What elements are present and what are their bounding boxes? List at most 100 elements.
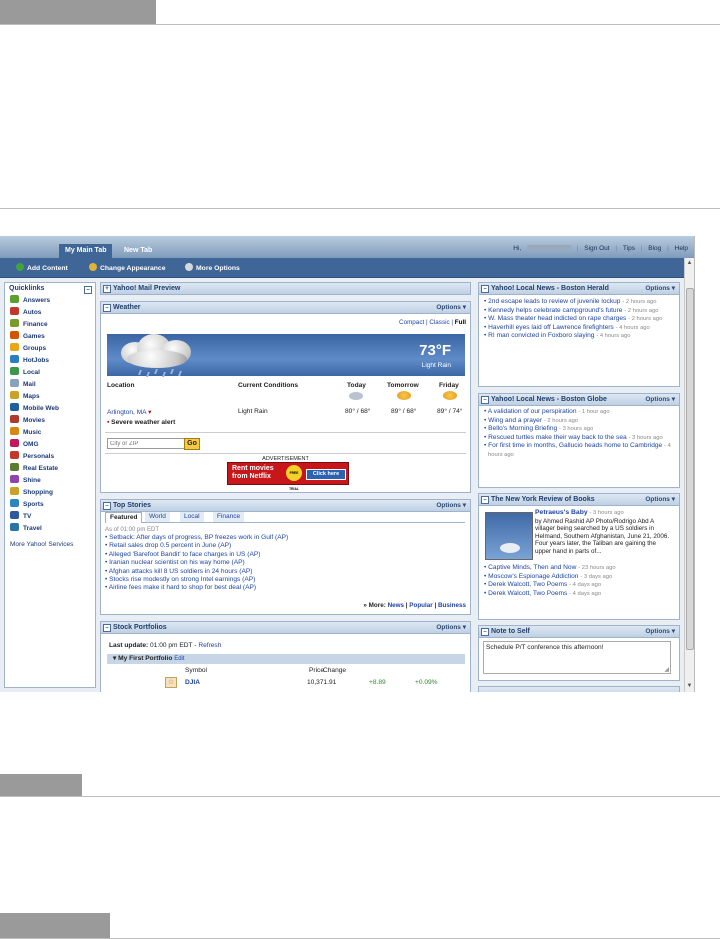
- tab-featured[interactable]: Featured: [105, 512, 143, 523]
- quicklink-14[interactable]: Real Estate: [5, 463, 95, 475]
- story-item[interactable]: • Alleged 'Barefoot Bandit' to face char…: [105, 551, 288, 559]
- quicklink-18[interactable]: TV: [5, 511, 95, 523]
- collapse-icon[interactable]: –: [481, 285, 489, 293]
- collapse-icon[interactable]: –: [481, 396, 489, 404]
- top-links: Hi, | Sign Out | Tips | Blog | Help: [513, 245, 688, 252]
- view-classic[interactable]: Classic: [429, 319, 449, 326]
- quicklink-16[interactable]: Shopping: [5, 487, 95, 499]
- collapse-icon[interactable]: –: [481, 628, 489, 636]
- news-item[interactable]: • Bello's Morning Briefing - 3 hours ago: [482, 425, 674, 434]
- view-compact[interactable]: Compact: [399, 319, 424, 326]
- zip-input[interactable]: [107, 438, 185, 449]
- news-item[interactable]: • Captive Minds, Then and Now - 23 hours…: [482, 564, 674, 573]
- portfolio-header[interactable]: ▾ My First Portfolio Edit: [107, 654, 465, 664]
- note-options[interactable]: Options ▾: [645, 626, 675, 637]
- quicklink-9[interactable]: Mobile Web: [5, 403, 95, 415]
- top-stories-options[interactable]: Options ▾: [436, 500, 466, 511]
- story-item[interactable]: • Airline fees make it hard to shop for …: [105, 584, 288, 592]
- feature-time: - 3 hours ago: [589, 510, 624, 516]
- feature-title-link[interactable]: Petraeus's Baby: [535, 509, 588, 516]
- quicklink-8[interactable]: Maps: [5, 391, 95, 403]
- globe-options[interactable]: Options ▾: [645, 394, 675, 405]
- news-item[interactable]: • Derek Walcott, Two Poems - 4 days ago: [482, 581, 674, 590]
- stock-symbol[interactable]: DJIA: [185, 679, 200, 686]
- news-item[interactable]: • Haverhill eyes laid off Lawrence firef…: [482, 324, 674, 333]
- refresh-link[interactable]: Refresh: [198, 642, 221, 649]
- scroll-up-icon[interactable]: ▲: [686, 260, 693, 267]
- quicklink-7[interactable]: Mail: [5, 379, 95, 391]
- tips-link[interactable]: Tips: [623, 245, 635, 252]
- news-item[interactable]: • Kennedy helps celebrate campground's f…: [482, 307, 674, 316]
- quicklink-0[interactable]: Answers: [5, 295, 95, 307]
- sign-out-link[interactable]: Sign Out: [584, 245, 609, 252]
- note-textarea[interactable]: Schedule P/T conference this afternoon! …: [483, 641, 671, 674]
- more-yahoo-services-link[interactable]: More Yahoo! Services: [5, 541, 95, 548]
- news-item[interactable]: • For first time in months, Gallucio hea…: [482, 442, 674, 459]
- help-link[interactable]: Help: [675, 245, 688, 252]
- news-item[interactable]: • Derek Walcott, Two Poems - 4 days ago: [482, 590, 674, 599]
- weather-options[interactable]: Options ▾: [436, 302, 466, 313]
- expand-icon[interactable]: +: [103, 285, 111, 293]
- news-item[interactable]: • Wing and a prayer - 2 hours ago: [482, 417, 674, 426]
- quicklink-2[interactable]: Finance: [5, 319, 95, 331]
- news-item[interactable]: • A validation of our perspiration - 1 h…: [482, 408, 674, 417]
- blog-link[interactable]: Blog: [648, 245, 661, 252]
- collapse-icon[interactable]: –: [103, 502, 111, 510]
- options-label: Options: [645, 628, 670, 635]
- news-item[interactable]: • Moscow's Espionage Addiction - 3 days …: [482, 573, 674, 582]
- netflix-ad[interactable]: Rent movies from Netflix FREE TRIAL Click…: [227, 462, 349, 491]
- more-business-link[interactable]: Business: [438, 602, 466, 609]
- view-full[interactable]: Full: [455, 319, 466, 326]
- quicklink-5[interactable]: HotJobs: [5, 355, 95, 367]
- news-item[interactable]: • RI man convicted in Foxboro slaying - …: [482, 332, 674, 341]
- go-button[interactable]: Go: [184, 438, 200, 450]
- herald-options[interactable]: Options ▾: [645, 283, 675, 294]
- quicklink-6[interactable]: Local: [5, 367, 95, 379]
- collapse-icon[interactable]: –: [103, 624, 111, 632]
- tab-world[interactable]: World: [145, 512, 170, 522]
- stocks-options[interactable]: Options ▾: [436, 622, 466, 633]
- vertical-scrollbar[interactable]: ▲ ▼: [684, 258, 694, 692]
- collapse-icon[interactable]: –: [481, 496, 489, 504]
- story-item[interactable]: • Stocks rise modestly on strong Intel e…: [105, 576, 288, 584]
- news-item[interactable]: • 2nd escape leads to review of juvenile…: [482, 298, 674, 307]
- quicklink-1[interactable]: Autos: [5, 307, 95, 319]
- quicklink-13[interactable]: Personals: [5, 451, 95, 463]
- location-link[interactable]: Arlington, MA ▾: [107, 408, 151, 416]
- ad-click-here-button[interactable]: Click here: [306, 469, 346, 480]
- news-item[interactable]: • W. Mass theater head indicted on rape …: [482, 315, 674, 324]
- quicklink-10[interactable]: Movies: [5, 415, 95, 427]
- story-item[interactable]: • Setback: After days of progress, BP fr…: [105, 534, 288, 542]
- resize-handle-icon[interactable]: ◢: [664, 666, 669, 673]
- mail-preview-header[interactable]: + Yahoo! Mail Preview: [101, 283, 470, 294]
- more-news-link[interactable]: News: [388, 602, 404, 609]
- nyrb-options[interactable]: Options ▾: [645, 494, 675, 505]
- story-item[interactable]: • Afghan attacks kill 8 US soldiers in 2…: [105, 568, 288, 576]
- story-item[interactable]: • Retail sales drop 0.5 percent in June …: [105, 542, 288, 550]
- quicklink-3[interactable]: Games: [5, 331, 95, 343]
- tab-my-main[interactable]: My Main Tab: [59, 244, 113, 258]
- more-options-button[interactable]: More Options: [185, 263, 240, 272]
- scrollbar-thumb[interactable]: [686, 288, 694, 650]
- quicklink-4[interactable]: Groups: [5, 343, 95, 355]
- news-item[interactable]: • Rescued turtles make their way back to…: [482, 434, 674, 443]
- portfolio-edit-link[interactable]: Edit: [174, 656, 184, 662]
- quicklink-12[interactable]: OMG: [5, 439, 95, 451]
- tab-finance[interactable]: Finance: [213, 512, 245, 522]
- severe-weather-alert[interactable]: ▪ Severe weather alert: [107, 419, 175, 426]
- quicklink-15[interactable]: Shine: [5, 475, 95, 487]
- quicklink-17[interactable]: Sports: [5, 499, 95, 511]
- quicklink-19[interactable]: Travel: [5, 523, 95, 535]
- feature-image[interactable]: [485, 512, 533, 560]
- collapse-icon[interactable]: –: [103, 304, 111, 312]
- star-icon[interactable]: ☆: [165, 677, 177, 688]
- add-content-button[interactable]: Add Content: [16, 263, 68, 272]
- scroll-down-icon[interactable]: ▼: [686, 683, 693, 690]
- tab-local[interactable]: Local: [180, 512, 204, 522]
- quicklink-11[interactable]: Music: [5, 427, 95, 439]
- more-popular-link[interactable]: Popular: [409, 602, 432, 609]
- story-item[interactable]: • Iranian nuclear scientist on his way h…: [105, 559, 288, 567]
- collapse-icon[interactable]: –: [84, 286, 92, 294]
- tab-new[interactable]: New Tab: [118, 244, 158, 258]
- change-appearance-button[interactable]: Change Appearance: [89, 263, 165, 272]
